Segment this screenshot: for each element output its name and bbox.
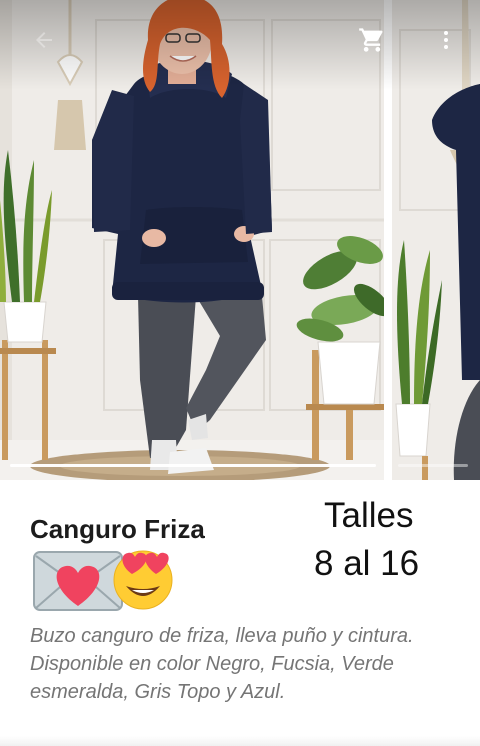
product-title: Canguro Friza <box>30 514 205 544</box>
gallery-divider <box>384 0 392 480</box>
slide-indicator-2 <box>398 464 468 467</box>
heart-eyes-face-icon <box>113 550 173 610</box>
title-emojis <box>30 544 190 614</box>
cart-button[interactable] <box>350 18 394 62</box>
arrow-back-icon <box>36 32 52 48</box>
model-photo-next <box>392 0 480 480</box>
bottom-edge-shadow <box>0 736 480 746</box>
sizes-range: 8 al 16 <box>314 544 420 583</box>
product-description: Buzo canguro de friza, lleva puño y cint… <box>30 625 414 703</box>
more-vert-icon <box>444 31 448 49</box>
product-photo-next[interactable] <box>392 0 480 480</box>
model-photo <box>0 0 384 480</box>
slide-indicator-1 <box>10 464 376 467</box>
slide-indicator-1-fill <box>10 464 376 467</box>
sizes-heading: Talles <box>324 496 414 535</box>
product-info: Canguro Friza Talles 8 al 16 Buzo cangur… <box>0 480 480 746</box>
product-image-gallery[interactable] <box>0 0 480 480</box>
shopping-cart-icon <box>359 28 383 52</box>
product-photo-main[interactable] <box>0 0 384 480</box>
back-button[interactable] <box>22 18 66 62</box>
more-options-button[interactable] <box>426 18 466 62</box>
